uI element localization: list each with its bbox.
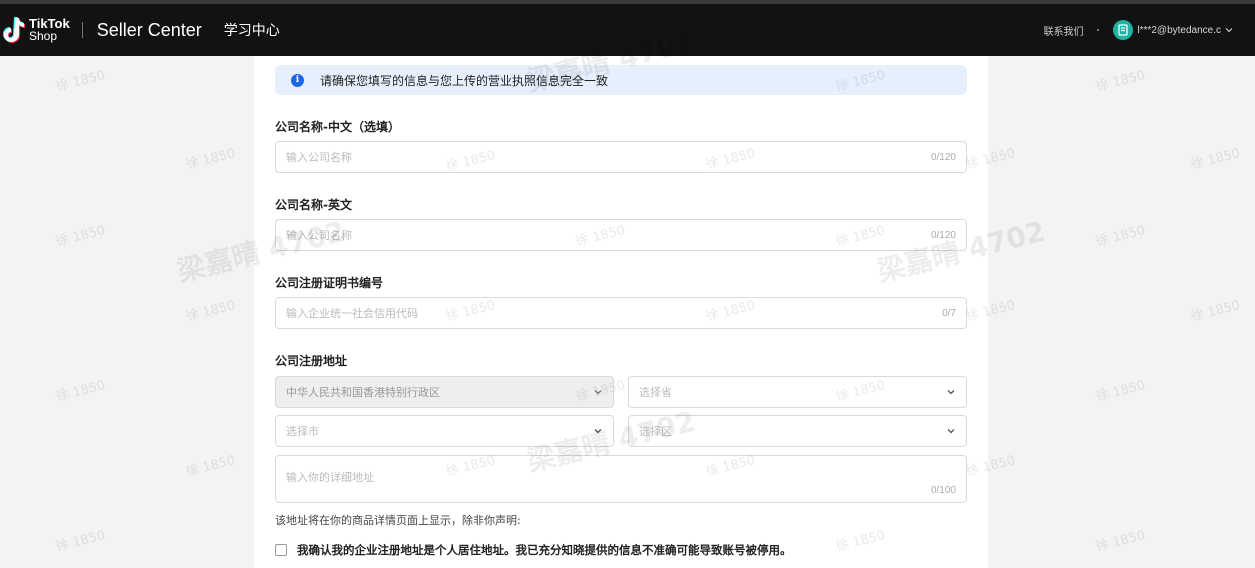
header-divider xyxy=(81,22,83,38)
header-separator-dot xyxy=(1097,29,1100,31)
tiktok-logo-icon xyxy=(3,17,25,43)
watermark: 徐 1850 xyxy=(1189,298,1242,325)
company-name-en-input[interactable] xyxy=(286,228,886,242)
company-name-en-field[interactable]: 0/120 xyxy=(275,219,967,251)
address-display-note: 该地址将在你的商品详情页面上显示，除非你声明: xyxy=(275,514,521,527)
info-banner-text: 请确保您填写的信息与您上传的营业执照信息完全一致 xyxy=(320,73,609,88)
shop-icon xyxy=(1118,24,1129,36)
province-select-placeholder: 选择省 xyxy=(639,386,672,399)
char-counter: 0/120 xyxy=(930,229,956,241)
watermark: 徐 1850 xyxy=(54,223,107,250)
seller-center-title[interactable]: Seller Center xyxy=(97,20,202,41)
province-select[interactable]: 选择省 xyxy=(628,376,967,408)
company-name-en-label: 公司名称-英文 xyxy=(275,198,352,212)
region-select-value: 中华人民共和国香港特别行政区 xyxy=(286,386,440,399)
watermark: 徐 1850 xyxy=(184,298,237,325)
registration-number-field[interactable]: 0/7 xyxy=(275,297,967,329)
info-icon: i xyxy=(291,73,304,87)
district-select-placeholder: 选择区 xyxy=(639,425,672,438)
city-select-placeholder: 选择市 xyxy=(286,425,319,438)
watermark: 徐 1850 xyxy=(1094,68,1147,95)
logo-text: TikTok Shop xyxy=(29,17,70,43)
watermark: 徐 1850 xyxy=(54,68,107,95)
watermark: 徐 1850 xyxy=(1094,223,1147,250)
confirm-checkbox[interactable] xyxy=(275,544,287,556)
chevron-down-icon[interactable] xyxy=(946,387,956,397)
top-navigation-bar: TikTok Shop Seller Center 学习中心 联系我们 l***… xyxy=(0,0,1255,56)
watermark: 徐 1850 xyxy=(1189,146,1242,173)
city-select[interactable]: 选择市 xyxy=(275,415,614,447)
watermark: 徐 1850 xyxy=(184,453,237,480)
account-avatar-icon[interactable] xyxy=(1113,20,1134,40)
watermark: 徐 1850 xyxy=(1094,528,1147,555)
watermark: 徐 1850 xyxy=(184,146,237,173)
confirm-checkbox-label[interactable]: 我确认我的企业注册地址是个人居住地址。我已充分知晓提供的信息不准确可能导致账号被… xyxy=(297,542,792,558)
char-counter: 0/100 xyxy=(930,485,956,496)
chevron-down-icon[interactable] xyxy=(593,426,603,436)
registration-number-input[interactable] xyxy=(286,306,886,320)
registration-number-label: 公司注册证明书编号 xyxy=(275,276,384,290)
char-counter: 0/120 xyxy=(930,151,956,163)
company-name-cn-field[interactable]: 0/120 xyxy=(275,141,967,173)
chevron-down-icon[interactable] xyxy=(946,426,956,436)
contact-us-link[interactable]: 联系我们 xyxy=(1043,23,1083,38)
chevron-down-icon xyxy=(594,390,602,395)
watermark: 徐 1850 xyxy=(1094,378,1147,405)
business-info-form: i 请确保您填写的信息与您上传的营业执照信息完全一致 公司名称-中文（选填） 0… xyxy=(254,56,988,568)
watermark: 徐 1850 xyxy=(54,378,107,405)
company-name-cn-label: 公司名称-中文（选填） xyxy=(275,120,400,134)
region-select: 中华人民共和国香港特别行政区 xyxy=(275,376,614,408)
registered-address-label: 公司注册地址 xyxy=(275,354,348,368)
district-select[interactable]: 选择区 xyxy=(628,415,967,447)
char-counter: 0/7 xyxy=(942,307,956,319)
header-right-section: 联系我们 l***2@bytedance.c xyxy=(1043,18,1233,42)
learning-center-link[interactable]: 学习中心 xyxy=(224,20,280,40)
address-detail-placeholder: 输入你的详细地址 xyxy=(286,471,374,484)
account-email[interactable]: l***2@bytedance.c xyxy=(1137,25,1221,36)
info-banner: i 请确保您填写的信息与您上传的营业执照信息完全一致 xyxy=(275,65,967,95)
company-name-cn-input[interactable] xyxy=(286,150,886,164)
address-detail-textarea[interactable]: 输入你的详细地址 0/100 xyxy=(275,455,967,503)
residential-address-confirm[interactable]: 我确认我的企业注册地址是个人居住地址。我已充分知晓提供的信息不准确可能导致账号被… xyxy=(275,542,792,558)
logo-line-shop: Shop xyxy=(29,29,58,43)
tiktok-shop-logo[interactable]: TikTok Shop xyxy=(2,12,70,48)
watermark: 徐 1850 xyxy=(54,528,107,555)
chevron-down-icon[interactable] xyxy=(1225,26,1233,34)
